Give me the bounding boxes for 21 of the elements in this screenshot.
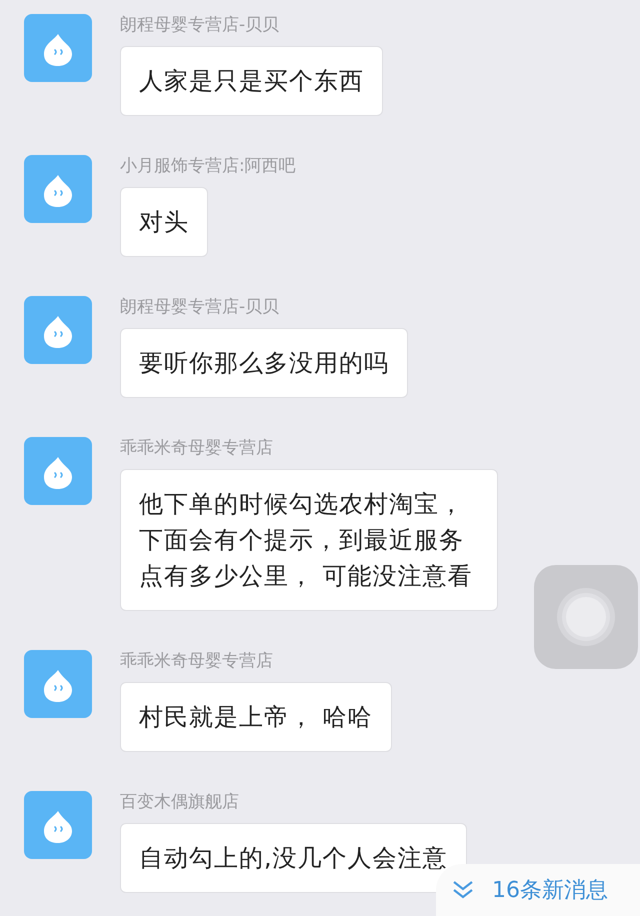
sender-name: 朗程母婴专营店-贝贝 bbox=[120, 14, 280, 37]
sender-name: 小月服饰专营店:阿西吧 bbox=[120, 155, 296, 178]
message-bubble: 对头 bbox=[120, 187, 208, 257]
message-bubble: 自动勾上的,没几个人会注意 bbox=[120, 823, 467, 893]
message-bubble: 村民就是上帝， 哈哈 bbox=[120, 682, 392, 752]
sender-name: 朗程母婴专营店-贝贝 bbox=[120, 296, 280, 319]
avatar-icon bbox=[24, 650, 92, 718]
avatar-icon bbox=[24, 296, 92, 364]
avatar-icon bbox=[24, 791, 92, 859]
avatar-icon bbox=[24, 155, 92, 223]
message-bubble: 要听你那么多没用的吗 bbox=[120, 328, 408, 398]
avatar-icon bbox=[24, 14, 92, 82]
double-chevron-down-icon bbox=[452, 880, 474, 900]
circle-icon bbox=[556, 587, 616, 647]
assistive-touch-button[interactable] bbox=[534, 565, 638, 669]
avatar-icon bbox=[24, 437, 92, 505]
sender-name: 百变木偶旗舰店 bbox=[120, 791, 239, 814]
message-bubble: 他下单的时候勾选农村淘宝，下面会有个提示，到最近服务点有多少公里， 可能没注意看 bbox=[120, 469, 498, 611]
sender-name: 乖乖米奇母婴专营店 bbox=[120, 437, 273, 460]
message-bubble: 人家是只是买个东西 bbox=[120, 46, 383, 116]
sender-name: 乖乖米奇母婴专营店 bbox=[120, 650, 273, 673]
